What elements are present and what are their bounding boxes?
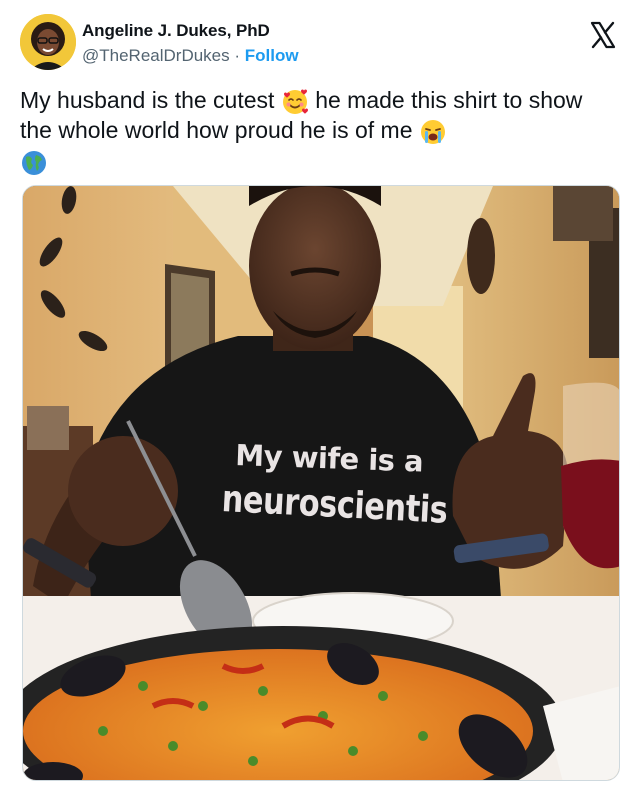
tweet-text: My husband is the cutest he made this sh… [20, 86, 620, 177]
x-logo-icon[interactable] [588, 20, 618, 50]
author-name[interactable]: Angeline J. Dukes, PhD [82, 21, 299, 41]
tweet-header: Angeline J. Dukes, PhD @TheRealDrDukes ·… [20, 14, 620, 74]
avatar[interactable] [20, 14, 76, 70]
smiling-face-with-hearts-icon [281, 88, 309, 116]
tweet-text-part1: My husband is the cutest [20, 87, 275, 113]
globe-icon [20, 149, 48, 177]
loudly-crying-face-icon [419, 118, 447, 146]
shirt-text-line1: My wife is a [234, 438, 424, 479]
handle-row: @TheRealDrDukes · Follow [82, 46, 299, 66]
author-handle[interactable]: @TheRealDrDukes [82, 46, 230, 65]
author-block: Angeline J. Dukes, PhD @TheRealDrDukes ·… [82, 21, 299, 66]
tweet-card: Angeline J. Dukes, PhD @TheRealDrDukes ·… [0, 0, 640, 791]
separator: · [234, 46, 241, 65]
follow-button[interactable]: Follow [245, 46, 299, 65]
tweet-photo[interactable]: My wife is a neuroscientis [22, 185, 620, 781]
